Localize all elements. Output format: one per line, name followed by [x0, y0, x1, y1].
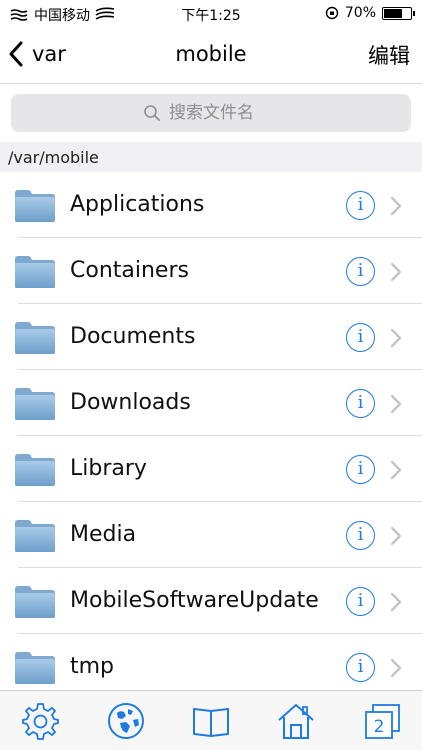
folder-row[interactable]: Downloads i [0, 370, 422, 436]
info-button[interactable]: i [346, 587, 375, 616]
search-bar[interactable] [11, 94, 411, 132]
windows-count: 2 [374, 717, 385, 737]
folder-name: MobileSoftwareUpdate [70, 588, 319, 613]
folder-name: Media [70, 522, 137, 547]
tab-settings[interactable] [20, 701, 60, 741]
status-right: 70% [325, 5, 415, 21]
folder-icon [15, 454, 55, 486]
info-button[interactable]: i [346, 191, 375, 220]
chevron-right-icon [390, 328, 402, 348]
chevron-right-icon [390, 658, 402, 678]
navigation-bar: var mobile 编辑 [0, 28, 422, 84]
info-button[interactable]: i [346, 389, 375, 418]
folder-row[interactable]: Containers i [0, 238, 422, 304]
folder-name: Downloads [70, 390, 191, 415]
tab-bookmarks[interactable] [191, 701, 231, 741]
folder-row[interactable]: Applications i [0, 172, 422, 238]
chevron-right-icon [390, 262, 402, 282]
folder-icon [15, 586, 55, 618]
search-icon [144, 105, 160, 121]
folder-row[interactable]: Library i [0, 436, 422, 502]
folder-row[interactable]: Media i [0, 502, 422, 568]
battery-fill [384, 8, 402, 18]
chevron-right-icon [390, 394, 402, 414]
folder-icon [15, 256, 55, 288]
gear-icon [22, 703, 59, 740]
folder-icon [15, 652, 55, 684]
folder-name: Documents [70, 324, 196, 349]
folder-name: Containers [70, 258, 189, 283]
chevron-right-icon [390, 526, 402, 546]
folder-icon [15, 520, 55, 552]
battery-icon [382, 6, 415, 20]
chevron-right-icon [390, 460, 402, 480]
folder-name: Applications [70, 192, 205, 217]
folder-icon [15, 190, 55, 222]
info-button[interactable]: i [346, 653, 375, 682]
rotation-lock-icon [325, 6, 339, 20]
path-header: /var/mobile [0, 142, 422, 172]
edit-button[interactable]: 编辑 [368, 40, 410, 70]
folder-name: tmp [70, 654, 115, 679]
book-icon [193, 708, 229, 737]
globe-icon [108, 703, 144, 739]
windows-icon: 2 [365, 704, 400, 739]
folder-row[interactable]: MobileSoftwareUpdate i [0, 568, 422, 634]
folder-icon [15, 322, 55, 354]
tab-browser[interactable] [106, 701, 146, 741]
file-list: Applications i Containers i Documents i Downlo… [0, 172, 422, 700]
folder-name: Library [70, 456, 147, 481]
info-button[interactable]: i [346, 323, 375, 352]
info-button[interactable]: i [346, 455, 375, 484]
search-input[interactable] [169, 103, 279, 123]
info-button[interactable]: i [346, 257, 375, 286]
folder-icon [15, 388, 55, 420]
page-title: mobile [175, 42, 247, 66]
folder-row[interactable]: Documents i [0, 304, 422, 370]
home-icon [278, 704, 314, 739]
info-button[interactable]: i [346, 521, 375, 550]
battery-cap [413, 10, 415, 16]
status-bar: 中国移动 下午1:25 70% [0, 0, 422, 28]
chevron-right-icon [390, 196, 402, 216]
tab-bar: 2 [0, 690, 422, 750]
battery-percent: 70% [344, 5, 376, 21]
tab-windows[interactable]: 2 [362, 701, 402, 741]
chevron-right-icon [390, 592, 402, 612]
tab-home[interactable] [276, 701, 316, 741]
